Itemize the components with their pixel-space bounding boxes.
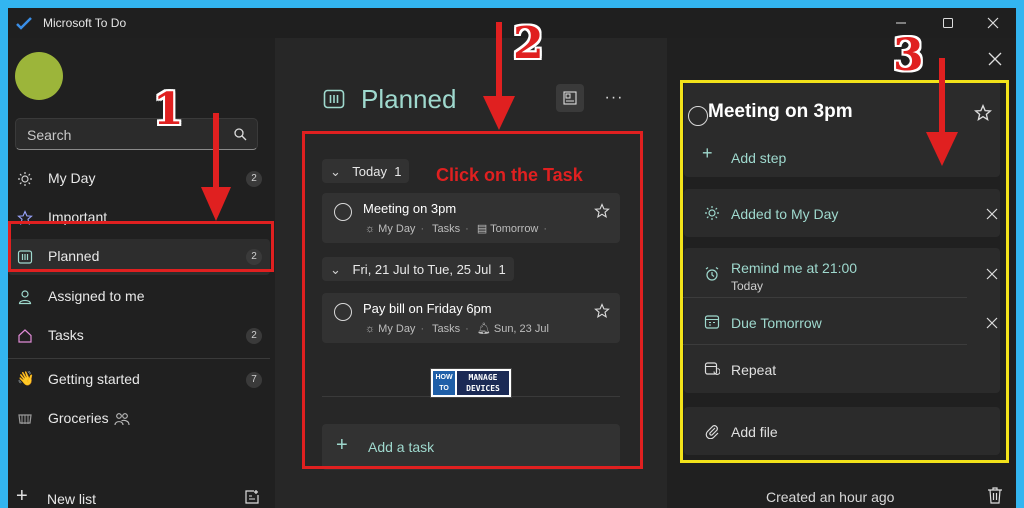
arrow-down-icon bbox=[483, 22, 515, 130]
click-on-task-callout: Click on the Task bbox=[436, 165, 583, 185]
person-icon bbox=[18, 290, 32, 305]
trash-icon[interactable] bbox=[987, 486, 1003, 504]
sidebar-item-label: Tasks bbox=[48, 327, 84, 343]
created-timestamp: Created an hour ago bbox=[766, 489, 895, 505]
home-icon bbox=[18, 329, 32, 343]
close-icon bbox=[987, 17, 999, 29]
sun-icon bbox=[18, 172, 32, 186]
app-title: Microsoft To Do bbox=[43, 16, 127, 30]
suggestions-button[interactable] bbox=[556, 84, 584, 112]
arrow-down-icon bbox=[926, 58, 958, 166]
close-window-button[interactable] bbox=[970, 8, 1016, 38]
sidebar-item-label: Assigned to me bbox=[48, 288, 145, 304]
count-badge: 2 bbox=[246, 328, 262, 344]
step-number-2: 2 bbox=[513, 18, 544, 69]
sidebar-item-label: My Day bbox=[48, 170, 96, 186]
maximize-icon bbox=[943, 18, 953, 28]
highlight-planned bbox=[8, 221, 274, 272]
app-window: Microsoft To Do Search My Day 2 Importan… bbox=[8, 8, 1016, 508]
sidebar: Search My Day 2 Important Planned 2 Assi… bbox=[8, 38, 275, 508]
sidebar-item-label: Groceries bbox=[48, 410, 109, 426]
more-dots-icon: ··· bbox=[604, 89, 624, 106]
sidebar-divider bbox=[8, 358, 270, 359]
sidebar-item-getting-started[interactable]: 👋 Getting started 7 bbox=[8, 362, 270, 398]
step-number-3: 3 bbox=[893, 30, 924, 81]
minimize-icon bbox=[896, 22, 906, 24]
waving-hand-icon: 👋 bbox=[17, 370, 35, 386]
count-badge: 2 bbox=[246, 171, 262, 187]
sidebar-item-tasks[interactable]: Tasks 2 bbox=[8, 318, 270, 354]
calendar-grid-icon bbox=[323, 89, 345, 109]
todo-check-icon bbox=[16, 17, 32, 30]
grocery-icon bbox=[18, 414, 32, 424]
page-title: Planned bbox=[361, 84, 457, 114]
sidebar-item-groceries[interactable]: Groceries bbox=[8, 401, 270, 437]
step-number-1: 1 bbox=[153, 84, 184, 135]
new-group-icon[interactable] bbox=[244, 489, 260, 505]
plus-icon: + bbox=[16, 485, 28, 507]
more-options-button[interactable]: ··· bbox=[600, 84, 628, 112]
search-icon[interactable] bbox=[233, 127, 247, 141]
count-badge: 7 bbox=[246, 372, 262, 388]
avatar[interactable] bbox=[15, 52, 63, 100]
suggestions-icon bbox=[563, 91, 577, 105]
search-placeholder: Search bbox=[27, 127, 72, 143]
maximize-button[interactable] bbox=[925, 8, 971, 38]
close-detail-icon[interactable] bbox=[988, 52, 1002, 66]
shared-people-icon bbox=[114, 413, 130, 426]
new-list-button[interactable]: + New list bbox=[8, 482, 270, 508]
arrow-down-icon bbox=[201, 113, 231, 221]
new-list-label: New list bbox=[47, 491, 97, 507]
sidebar-item-assigned-to-me[interactable]: Assigned to me bbox=[8, 279, 270, 315]
sidebar-item-label: Getting started bbox=[48, 371, 140, 387]
